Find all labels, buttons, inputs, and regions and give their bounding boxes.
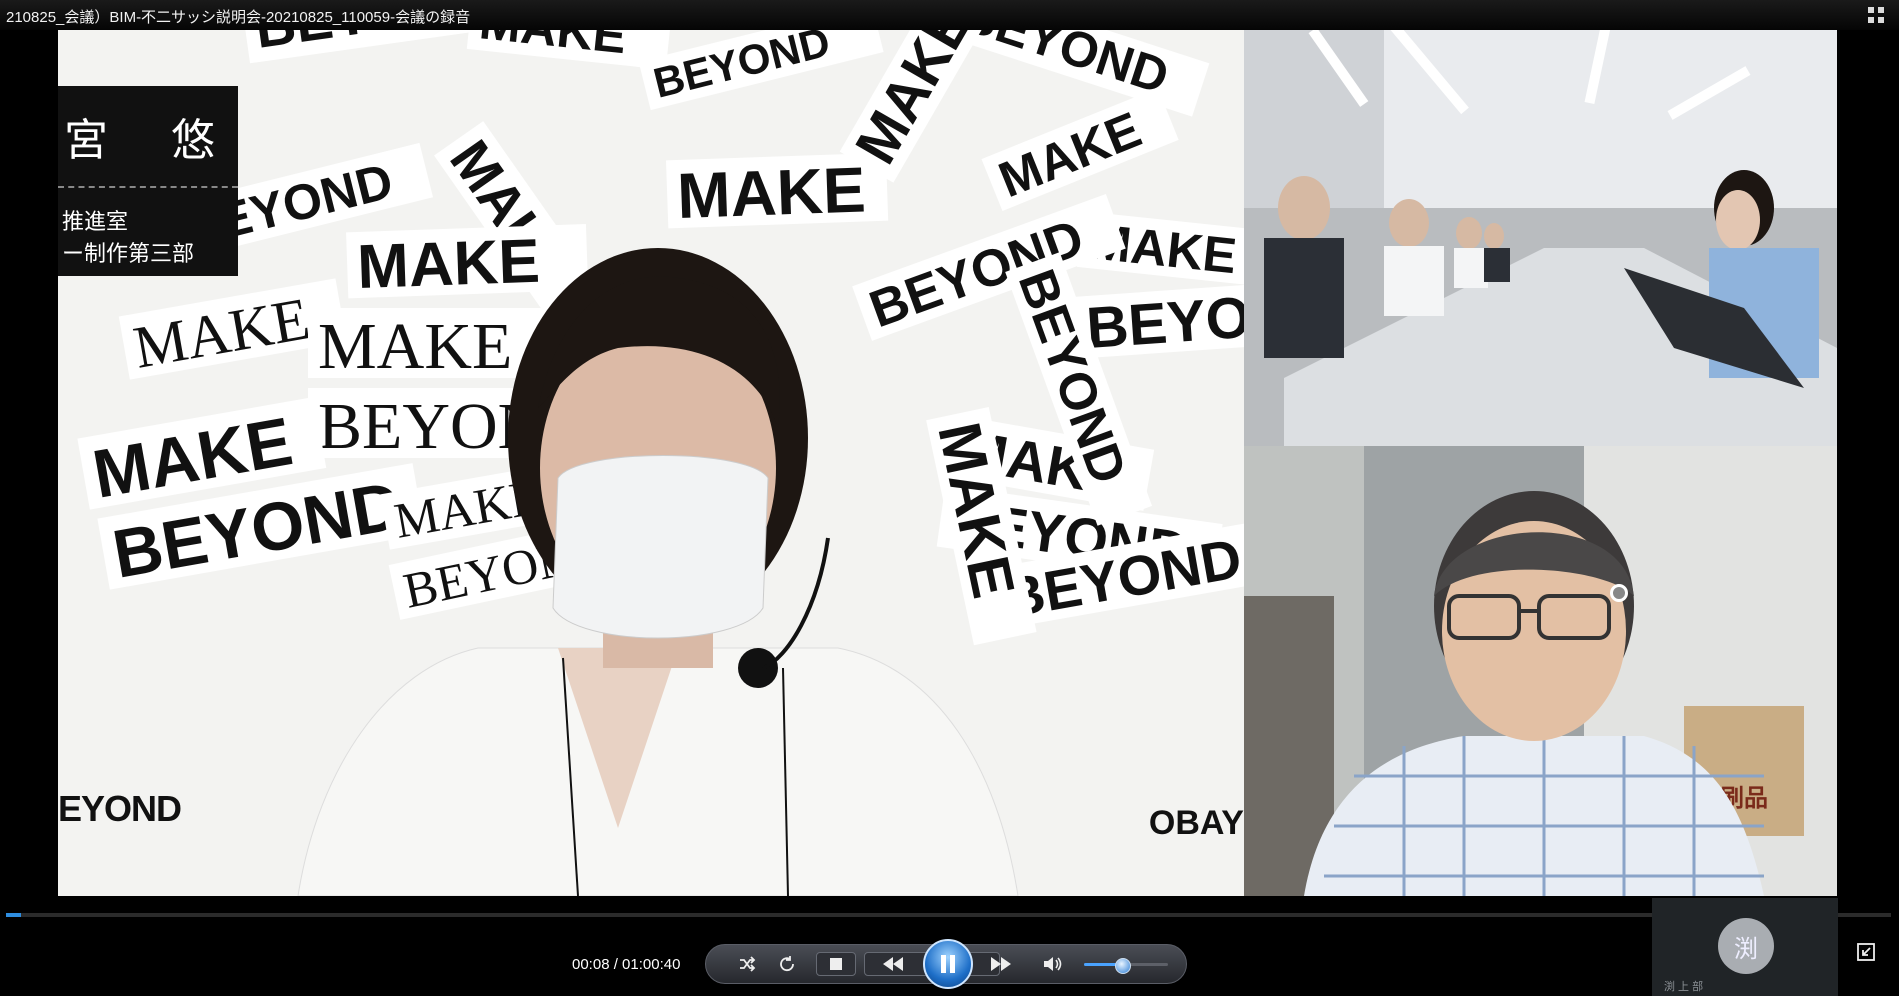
repeat-icon [780, 956, 794, 972]
main-video-tile: BEYOND MAKE BEYOND MAKE BEYOND MAKE MAKE… [58, 8, 1244, 896]
pause-button[interactable] [923, 939, 973, 989]
window-title: 210825_会議）BIM-不二サッシ説明会-20210825_110059-会… [6, 9, 471, 26]
previous-icon [883, 957, 903, 971]
meeting-room-scene [1244, 8, 1837, 446]
meeting-room-tile [1244, 8, 1837, 446]
volume-icon [1044, 957, 1062, 971]
transport-controls [705, 939, 1187, 989]
speaker-name: 宮 悠 [64, 116, 241, 165]
speaker-department: 推進室 [62, 209, 129, 234]
stop-icon [830, 958, 842, 970]
corner-logo-left: EYOND [58, 788, 182, 829]
name-card: 宮 悠 推進室 ー制作第三部 [58, 86, 238, 276]
shuffle-button[interactable] [732, 945, 762, 983]
repeat-button[interactable] [772, 945, 802, 983]
seek-bar[interactable] [6, 913, 1891, 917]
video-area[interactable]: BEYOND MAKE BEYOND MAKE BEYOND MAKE MAKE… [0, 0, 1899, 900]
speaker-division: ー制作第三部 [62, 241, 195, 266]
compact-view-button[interactable] [1863, 4, 1889, 26]
time-display: 00:08 / 01:00:40 [572, 956, 681, 973]
popout-icon [1857, 943, 1875, 961]
mouse-cursor [1610, 584, 1628, 602]
shuffle-icon [740, 956, 756, 972]
stop-button[interactable] [816, 945, 856, 983]
popout-button[interactable] [1854, 940, 1878, 964]
volume-button[interactable] [1036, 945, 1070, 983]
compact-view-icon [1868, 7, 1884, 23]
pause-icon [941, 955, 955, 973]
corner-logo-right: OBAY [1148, 804, 1244, 842]
participant-panel: 渕 渕 上 部 [1652, 898, 1838, 996]
next-button[interactable] [976, 945, 1026, 983]
volume-slider-handle[interactable] [1114, 958, 1131, 974]
participant-tile: 印刷品 [1244, 446, 1837, 896]
title-bar: 210825_会議）BIM-不二サッシ説明会-20210825_110059-会… [0, 0, 1899, 30]
participant-avatar[interactable]: 渕 [1718, 918, 1774, 974]
volume-slider[interactable] [1084, 958, 1168, 974]
next-icon [991, 957, 1011, 971]
previous-button[interactable] [868, 945, 918, 983]
seek-bar-fill [6, 913, 22, 917]
participant-caption: 渕 上 部 [1664, 981, 1704, 993]
participant-scene: 印刷品 [1244, 446, 1837, 896]
name-card-divider [58, 186, 238, 189]
player-controls: 00:08 / 01:00:40 [0, 920, 1899, 996]
